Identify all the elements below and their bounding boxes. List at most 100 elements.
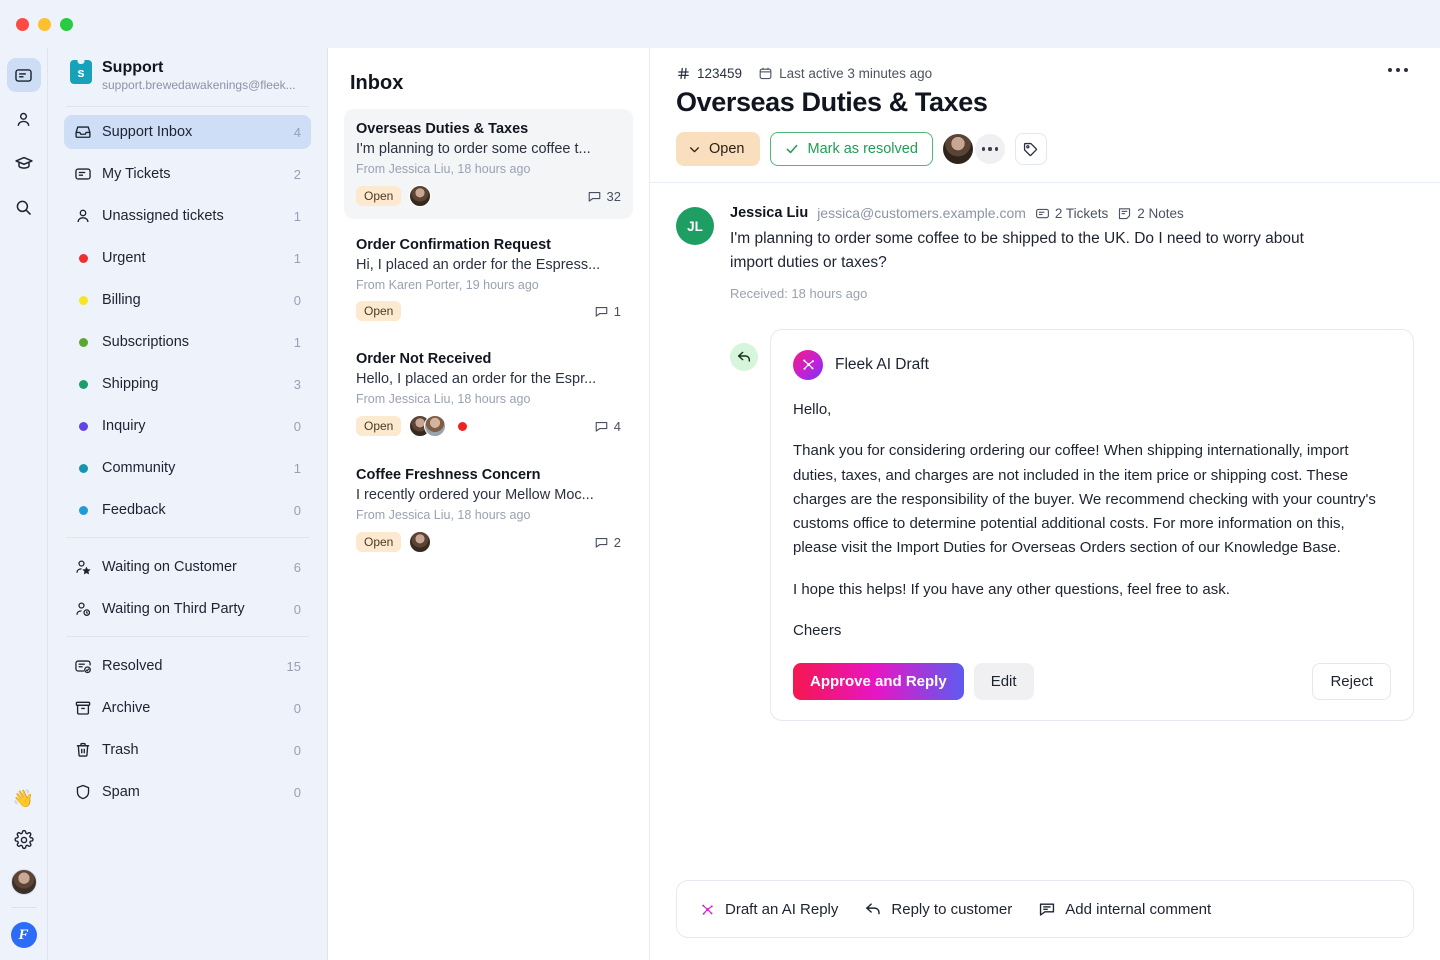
customer-notes-chip[interactable]: 2 Notes: [1117, 206, 1184, 221]
customer-message-body: Jessica Liu jessica@customers.example.co…: [730, 205, 1414, 301]
app-window: 👋 F s Support support.brewedawakenings@f…: [0, 0, 1440, 960]
minimize-window-button[interactable]: [38, 17, 51, 31]
assignee-avatar[interactable]: [942, 134, 973, 164]
sidebar-item-resolved[interactable]: Resolved 15: [64, 649, 311, 683]
sidebar-item-shipping[interactable]: Shipping 3: [64, 367, 311, 401]
sidebar-item-label: Subscriptions: [102, 334, 190, 350]
status-badge: Open: [356, 301, 402, 321]
thread-list-item[interactable]: Overseas Duties & Taxes I'm planning to o…: [344, 109, 633, 219]
ai-draft-title: Fleek AI Draft: [835, 355, 929, 373]
sidebar-item-spam[interactable]: Spam 0: [64, 775, 311, 809]
customer-message-meta: Jessica Liu jessica@customers.example.co…: [730, 205, 1414, 221]
sidebar-item-count: 1: [293, 334, 301, 350]
sidebar-item-my-tickets[interactable]: My Tickets 2: [64, 157, 311, 191]
sidebar-item-support-inbox[interactable]: Support Inbox 4: [64, 115, 311, 149]
sidebar-item-count: 0: [293, 784, 301, 800]
sidebar-item-label: Waiting on Customer: [102, 559, 237, 575]
sidebar-item-label: Waiting on Third Party: [102, 601, 245, 617]
app-body: 👋 F s Support support.brewedawakenings@f…: [0, 48, 1440, 960]
status-dot: [79, 379, 88, 389]
thread-footer: Open 4: [356, 415, 621, 437]
sidebar-item-count: 1: [293, 250, 301, 266]
customer-message-received: Received: 18 hours ago: [730, 285, 868, 301]
thread-preview: Hi, I placed an order for the Espress...: [356, 257, 601, 273]
edit-draft-button[interactable]: Edit: [973, 663, 1034, 701]
thread-preview: Hello, I placed an order for the Espr...: [356, 371, 597, 387]
comment-bubble-icon: [594, 304, 609, 319]
sidebar-item-count: 3: [293, 376, 301, 392]
sidebar-item-unassigned-tickets[interactable]: Unassigned tickets 1: [64, 199, 311, 233]
sparkle-icon: [699, 901, 716, 918]
trash-icon: [74, 741, 92, 759]
rail-item-settings[interactable]: [7, 823, 41, 857]
thread-comment-count: 32: [587, 189, 621, 204]
customer-avatar: JL: [676, 207, 714, 245]
thread-footer: Open 32: [356, 185, 621, 207]
sidebar-item-billing[interactable]: Billing 0: [64, 283, 311, 317]
comment-bubble-icon: [594, 535, 609, 550]
mark-as-resolved-label: Mark as resolved: [807, 141, 918, 157]
reply-icon: [864, 900, 882, 918]
sidebar-item-count: 15: [286, 658, 301, 674]
sidebar-item-waiting-on-third-party[interactable]: Waiting on Third Party 0: [64, 592, 311, 626]
sidebar-item-subscriptions[interactable]: Subscriptions 1: [64, 325, 311, 359]
sidebar-item-label: Resolved: [102, 658, 163, 674]
add-internal-comment-button[interactable]: Add internal comment: [1038, 900, 1211, 918]
sidebar-item-archive[interactable]: Archive 0: [64, 691, 311, 725]
ticket-status-dropdown[interactable]: Open: [676, 132, 761, 166]
sidebar-item-count: 0: [293, 742, 301, 758]
sidebar-item-label: Community: [102, 460, 176, 476]
ticket-last-active: Last active 3 minutes ago: [758, 66, 932, 81]
sidebar-item-inquiry[interactable]: Inquiry 0: [64, 409, 311, 443]
status-dot: [79, 463, 88, 473]
ai-draft-paragraph: I hope this helps! If you have any other…: [793, 580, 1230, 598]
rail-item-contacts[interactable]: [7, 102, 41, 136]
reply-to-customer-button[interactable]: Reply to customer: [864, 900, 1012, 918]
search-icon: [14, 198, 33, 217]
tag-icon: [1022, 141, 1039, 158]
sidebar-item-urgent[interactable]: Urgent 1: [64, 241, 311, 275]
thread-from: From Jessica Liu, 18 hours ago: [356, 508, 531, 522]
rail-user-avatar[interactable]: [10, 869, 37, 895]
mark-as-resolved-button[interactable]: Mark as resolved: [770, 132, 933, 166]
sidebar-item-waiting-on-customer[interactable]: Waiting on Customer 6: [64, 550, 311, 584]
avatar: [409, 531, 432, 553]
customer-tickets-label: 2 Tickets: [1054, 205, 1109, 221]
thread-from: From Karen Porter, 19 hours ago: [356, 278, 539, 292]
thread-preview: I'm planning to order some coffee t...: [356, 141, 591, 157]
thread-list-item[interactable]: Order Not Received Hello, I placed an ord…: [344, 339, 633, 449]
fleek-logo-icon[interactable]: F: [10, 922, 37, 948]
assignee-more-button[interactable]: [974, 134, 1005, 164]
inbox-icon: [74, 123, 92, 141]
ticket-more-menu-button[interactable]: [1382, 62, 1414, 78]
workspace-switcher[interactable]: s Support support.brewedawakenings@fleek…: [64, 48, 311, 106]
sidebar-item-label: Archive: [102, 700, 151, 716]
approve-and-reply-button[interactable]: Approve and Reply: [793, 663, 964, 701]
check-icon: [785, 142, 799, 156]
draft-ai-reply-button[interactable]: Draft an AI Reply: [699, 901, 838, 918]
rail-item-search[interactable]: [7, 190, 41, 224]
sidebar-item-trash[interactable]: Trash 0: [64, 733, 311, 767]
thread-list-item[interactable]: Coffee Freshness Concern I recently order…: [344, 455, 633, 565]
add-tag-button[interactable]: [1014, 133, 1047, 165]
ai-draft-paragraph: Hello,: [793, 400, 832, 418]
thread-list: Overseas Duties & Taxes I'm planning to o…: [344, 109, 633, 565]
close-window-button[interactable]: [16, 17, 29, 31]
sidebar-item-count: 4: [293, 124, 301, 140]
zoom-window-button[interactable]: [60, 17, 73, 31]
sidebar-item-label: Support Inbox: [102, 124, 193, 140]
rail-item-inbox[interactable]: [6, 58, 41, 92]
thread-list-item[interactable]: Order Confirmation Request Hi, I placed a…: [344, 225, 633, 333]
person-icon: [74, 207, 92, 225]
wave-emoji-icon[interactable]: 👋: [13, 790, 34, 807]
person-star-icon: [74, 558, 92, 576]
sidebar-item-community[interactable]: Community 1: [64, 451, 311, 485]
reject-draft-button[interactable]: Reject: [1312, 663, 1391, 701]
ticket-icon: [1035, 206, 1050, 221]
comment-icon: [1038, 900, 1056, 918]
thread-comment-value: 4: [613, 418, 621, 434]
sidebar-item-feedback[interactable]: Feedback 0: [64, 493, 311, 527]
ai-draft-text: Hello, Thank you for considering ordering…: [793, 398, 1391, 643]
rail-item-knowledge[interactable]: [7, 146, 41, 180]
customer-tickets-chip[interactable]: 2 Tickets: [1035, 206, 1108, 221]
